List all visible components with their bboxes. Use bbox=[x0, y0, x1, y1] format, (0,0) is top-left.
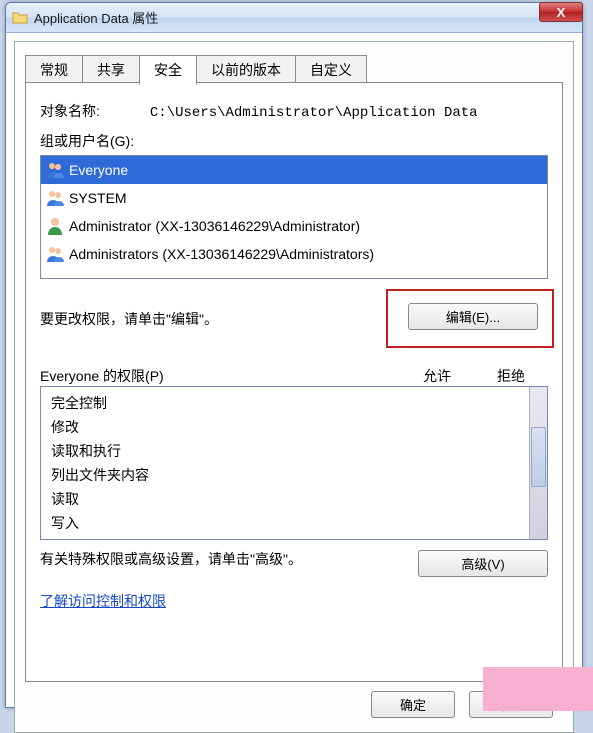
users-listbox[interactable]: Everyone SYSTEM Administrator (XX-130361… bbox=[40, 155, 548, 279]
list-item[interactable]: SYSTEM bbox=[41, 184, 547, 212]
tab-sharing[interactable]: 共享 bbox=[82, 55, 140, 85]
permissions-listbox[interactable]: 完全控制 修改 读取和执行 列出文件夹内容 读取 写入 bbox=[40, 386, 548, 540]
list-item[interactable]: Administrators (XX-13036146229\Administr… bbox=[41, 240, 547, 268]
users-icon bbox=[45, 160, 67, 180]
properties-dialog: Application Data 属性 X 常规 共享 安全 以前的版本 自定义… bbox=[5, 2, 583, 708]
permission-row: 读取 bbox=[51, 487, 547, 511]
permissions-title: Everyone 的权限(P) bbox=[40, 366, 400, 386]
list-item-label: Administrators (XX-13036146229\Administr… bbox=[69, 246, 374, 262]
tab-previous-versions[interactable]: 以前的版本 bbox=[196, 55, 296, 85]
security-panel: 对象名称: C:\Users\Administrator\Application… bbox=[25, 82, 563, 682]
object-name-row: 对象名称: C:\Users\Administrator\Application… bbox=[40, 101, 548, 121]
ok-button[interactable]: 确定 bbox=[371, 691, 455, 718]
learn-link[interactable]: 了解访问控制和权限 bbox=[40, 591, 166, 611]
advanced-button[interactable]: 高级(V) bbox=[418, 550, 548, 577]
list-item[interactable]: Everyone bbox=[41, 156, 547, 184]
edit-highlight-box: 编辑(E)... bbox=[386, 289, 554, 348]
dialog-frame: 常规 共享 安全 以前的版本 自定义 对象名称: C:\Users\Admini… bbox=[14, 41, 574, 733]
tab-strip: 常规 共享 安全 以前的版本 自定义 bbox=[25, 54, 366, 84]
user-icon bbox=[45, 216, 67, 236]
tab-general[interactable]: 常规 bbox=[25, 55, 83, 85]
list-item-label: SYSTEM bbox=[69, 190, 127, 206]
scrollbar-thumb[interactable] bbox=[531, 427, 546, 487]
tab-security[interactable]: 安全 bbox=[139, 55, 197, 85]
list-item[interactable]: Administrator (XX-13036146229\Administra… bbox=[41, 212, 547, 240]
allow-header: 允许 bbox=[400, 366, 474, 386]
users-icon bbox=[45, 244, 67, 264]
users-icon bbox=[45, 188, 67, 208]
permission-row: 列出文件夹内容 bbox=[51, 463, 547, 487]
object-name-label: 对象名称: bbox=[40, 101, 146, 121]
group-users-label: 组或用户名(G): bbox=[40, 131, 548, 151]
list-item-label: Everyone bbox=[69, 162, 128, 178]
permission-row: 完全控制 bbox=[51, 391, 547, 415]
tab-customize[interactable]: 自定义 bbox=[295, 55, 367, 85]
permission-row: 写入 bbox=[51, 511, 547, 535]
watermark-corner bbox=[483, 667, 593, 711]
permissions-header: Everyone 的权限(P) 允许 拒绝 bbox=[40, 366, 548, 386]
advanced-row: 有关特殊权限或高级设置，请单击"高级"。 高级(V) bbox=[40, 550, 548, 577]
close-icon: X bbox=[557, 5, 566, 20]
permission-row: 修改 bbox=[51, 415, 547, 439]
edit-button[interactable]: 编辑(E)... bbox=[408, 303, 538, 330]
folder-icon bbox=[12, 10, 28, 26]
list-item-label: Administrator (XX-13036146229\Administra… bbox=[69, 218, 360, 234]
close-button[interactable]: X bbox=[539, 2, 583, 22]
object-name-value: C:\Users\Administrator\Application Data bbox=[150, 105, 478, 121]
edit-hint: 要更改权限，请单击"编辑"。 bbox=[40, 309, 386, 329]
window-title: Application Data 属性 bbox=[34, 8, 576, 27]
permission-row: 读取和执行 bbox=[51, 439, 547, 463]
scrollbar[interactable] bbox=[529, 387, 547, 539]
advanced-hint: 有关特殊权限或高级设置，请单击"高级"。 bbox=[40, 550, 418, 577]
edit-row: 要更改权限，请单击"编辑"。 编辑(E)... bbox=[40, 289, 548, 348]
deny-header: 拒绝 bbox=[474, 366, 548, 386]
titlebar[interactable]: Application Data 属性 X bbox=[6, 3, 582, 33]
